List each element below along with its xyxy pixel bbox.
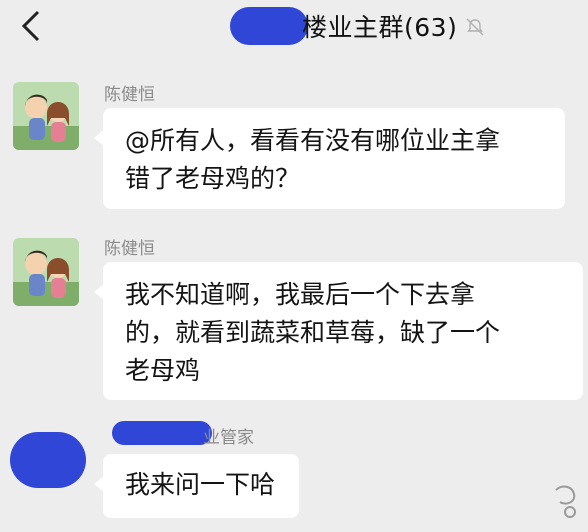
chat-title: 楼业主群(63) (302, 13, 458, 42)
sender-name: 陈健恒 (104, 239, 155, 259)
message-text-line: 我不知道啊，我最后一个下去拿 (125, 280, 476, 309)
sender-name: 陈健恒 (104, 85, 155, 105)
redaction-mark (230, 7, 308, 45)
chevron-left-icon[interactable] (18, 9, 46, 43)
message-text-line: 的，就看到蔬菜和草莓，缺了一个 (125, 318, 501, 347)
message-text-line: 错了老母鸡的？ (125, 164, 301, 193)
redaction-mark (10, 432, 86, 488)
watermark-icon (555, 485, 576, 518)
avatar[interactable] (13, 238, 79, 306)
redaction-mark (112, 421, 212, 445)
avatar[interactable] (13, 82, 79, 150)
bell-mute-icon (466, 18, 484, 36)
cartoon-couple-avatar-icon (13, 82, 79, 150)
message-text-line: @所有人，看看有没有哪位业主拿 (125, 126, 501, 155)
chat-title-group: 楼业主群(63) (230, 6, 485, 46)
cartoon-couple-avatar-icon (13, 238, 79, 306)
message-bubble[interactable]: 我不知道啊，我最后一个下去拿 的，就看到蔬菜和草莓，缺了一个 老母鸡 (94, 262, 583, 400)
message-bubble[interactable]: @所有人，看看有没有哪位业主拿 错了老母鸡的？ (94, 108, 565, 209)
sender-name: 业管家 (203, 428, 254, 448)
chat-header: 楼业主群(63) (0, 0, 588, 52)
message-bubble[interactable]: 我来问一下哈 (94, 454, 299, 518)
message-text-line: 我来问一下哈 (125, 470, 276, 499)
message-text-line: 老母鸡 (125, 356, 201, 385)
